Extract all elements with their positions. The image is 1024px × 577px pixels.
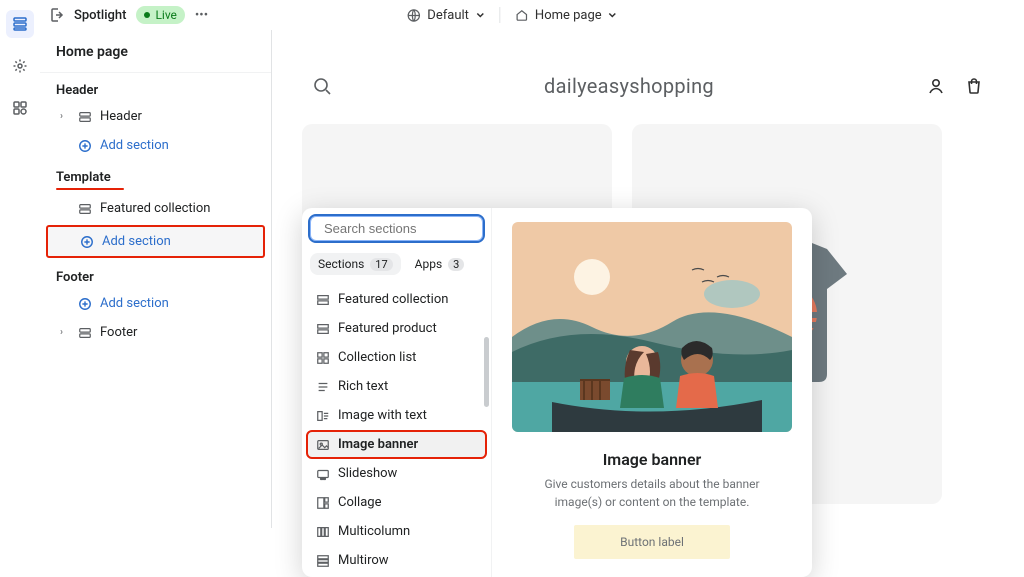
section-option[interactable]: Collage <box>306 488 487 517</box>
section-option-label: Collage <box>338 495 381 510</box>
left-rail <box>0 0 40 528</box>
section-option[interactable]: Rich text <box>306 372 487 401</box>
section-option-label: Featured collection <box>338 292 448 307</box>
account-icon[interactable] <box>926 76 946 96</box>
section-list[interactable]: Featured collection Featured product Col… <box>302 283 491 577</box>
separator <box>499 7 500 23</box>
section-search-field[interactable] <box>324 221 500 236</box>
live-badge: Live <box>136 6 184 24</box>
sidebar-title: Home page <box>40 30 271 73</box>
section-option-label: Rich text <box>338 379 388 394</box>
exit-icon[interactable] <box>48 7 64 23</box>
add-section-label: Add section <box>100 138 169 153</box>
sidebar-item-featured-collection[interactable]: Featured collection <box>46 194 265 223</box>
section-option[interactable]: Image with text <box>306 401 487 430</box>
add-section-footer[interactable]: Add section <box>46 289 265 318</box>
sidebar-item-label: Footer <box>100 325 137 340</box>
plus-circle-icon <box>78 297 92 311</box>
device-selector[interactable]: Default <box>406 8 485 23</box>
sidebar-item-label: Header <box>100 109 142 124</box>
section-option[interactable]: Slideshow <box>306 459 487 488</box>
section-option-label: Collection list <box>338 350 416 365</box>
sidebar-item-header[interactable]: › Header <box>46 102 265 131</box>
theme-name: Spotlight <box>74 8 126 23</box>
sidebar-item-label: Featured collection <box>100 201 210 216</box>
page-selector[interactable]: Home page <box>514 8 618 23</box>
section-icon <box>78 202 92 216</box>
cart-icon[interactable] <box>964 76 984 96</box>
top-bar: Spotlight Live ••• Default Home page <box>40 0 1024 30</box>
section-icon <box>78 110 92 124</box>
section-option[interactable]: Featured product <box>306 314 487 343</box>
plus-circle-icon <box>80 235 94 249</box>
section-option-label: Multicolumn <box>338 524 410 539</box>
preview-title: Image banner <box>603 450 702 469</box>
rail-apps-icon[interactable] <box>6 94 34 122</box>
tab-apps[interactable]: Apps 3 <box>407 253 473 275</box>
add-section-label: Add section <box>100 296 169 311</box>
section-icon <box>78 326 92 340</box>
section-picker-popup: Sections 17 Apps 3 Featured collection F… <box>302 208 812 577</box>
group-footer-label: Footer <box>40 260 271 289</box>
section-option[interactable]: Collection list <box>306 343 487 372</box>
section-option-label: Image banner <box>338 437 418 452</box>
section-option[interactable]: Featured collection <box>306 285 487 314</box>
add-section-template[interactable]: Add section <box>46 225 265 258</box>
rail-settings-icon[interactable] <box>6 52 34 80</box>
live-label: Live <box>155 8 176 22</box>
chevron-right-icon: › <box>60 327 63 338</box>
plus-circle-icon <box>78 139 92 153</box>
preview-description: Give customers details about the banner … <box>522 475 782 511</box>
section-option-label: Slideshow <box>338 466 397 481</box>
search-icon[interactable] <box>312 76 332 96</box>
add-section-header[interactable]: Add section <box>46 131 265 160</box>
store-name: dailyeasyshopping <box>332 74 926 98</box>
group-template-label: Template <box>40 160 271 194</box>
preview-button[interactable]: Button label <box>574 525 730 559</box>
group-header-label: Header <box>40 73 271 102</box>
section-option-label: Multirow <box>338 553 389 568</box>
tab-label: Apps <box>415 257 443 271</box>
section-option-label: Image with text <box>338 408 427 423</box>
add-section-label: Add section <box>102 234 171 249</box>
section-search-input[interactable] <box>308 214 485 243</box>
device-label: Default <box>427 8 469 23</box>
tab-label: Sections <box>318 257 364 271</box>
sidebar-item-footer[interactable]: › Footer <box>46 318 265 347</box>
tab-count: 17 <box>370 258 392 271</box>
section-preview-image <box>512 222 792 432</box>
chevron-right-icon: › <box>60 111 63 122</box>
tab-sections[interactable]: Sections 17 <box>310 253 401 275</box>
sidebar: Home page Header › Header Add section Te… <box>40 30 272 528</box>
section-option[interactable]: Multirow <box>306 546 487 575</box>
section-option-image-banner[interactable]: Image banner <box>306 430 487 459</box>
scrollbar[interactable] <box>484 337 489 407</box>
rail-sections-icon[interactable] <box>6 10 34 38</box>
chevron-down-icon <box>475 10 485 20</box>
tab-count: 3 <box>448 258 464 271</box>
section-option[interactable]: Multicolumn <box>306 517 487 546</box>
page-label: Home page <box>535 8 602 23</box>
section-option-label: Featured product <box>338 321 437 336</box>
more-icon[interactable]: ••• <box>195 8 208 23</box>
chevron-down-icon <box>608 10 618 20</box>
